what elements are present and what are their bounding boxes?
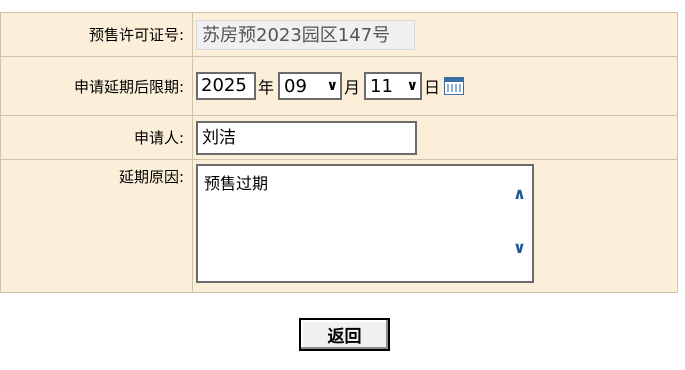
applicant-input[interactable]: 刘洁	[196, 120, 417, 155]
chevron-up-icon[interactable]: ∧	[513, 184, 526, 203]
extension-deadline-label: 申请延期后限期:	[0, 56, 193, 116]
date-picker: 2025 年 09 ∨ 月 11 ∨ 日	[196, 72, 677, 100]
day-value: 11	[370, 75, 393, 97]
month-select[interactable]: 09 ∨	[278, 72, 343, 100]
row-applicant: 申请人: 刘洁	[0, 115, 678, 160]
presale-permit-label: 预售许可证号:	[0, 12, 193, 57]
day-select[interactable]: 11 ∨	[364, 72, 423, 100]
calendar-icon[interactable]	[444, 77, 465, 95]
year-unit: 年	[258, 78, 275, 97]
month-unit: 月	[344, 78, 361, 97]
reason-label: 延期原因:	[0, 159, 193, 293]
presale-permit-field: 苏房预2023园区147号	[196, 19, 415, 50]
row-presale-permit: 预售许可证号: 苏房预2023园区147号	[0, 12, 678, 57]
reason-text: 预售过期	[204, 174, 269, 193]
back-button[interactable]: 返回	[299, 318, 390, 351]
year-input[interactable]: 2025	[196, 72, 256, 100]
reason-textarea[interactable]: 预售过期 ∧ ∨	[196, 164, 534, 283]
row-reason: 延期原因: 预售过期 ∧ ∨	[0, 159, 678, 293]
application-form: 预售许可证号: 苏房预2023园区147号 申请延期后限期: 2025 年 09…	[0, 12, 678, 293]
row-extension-deadline: 申请延期后限期: 2025 年 09 ∨ 月 11 ∨ 日	[0, 56, 678, 116]
chevron-down-icon: ∨	[406, 78, 419, 94]
month-value: 09	[284, 75, 307, 97]
chevron-down-icon: ∨	[326, 78, 339, 94]
day-unit: 日	[424, 78, 441, 97]
applicant-label: 申请人:	[0, 115, 193, 160]
chevron-down-icon[interactable]: ∨	[513, 238, 526, 257]
